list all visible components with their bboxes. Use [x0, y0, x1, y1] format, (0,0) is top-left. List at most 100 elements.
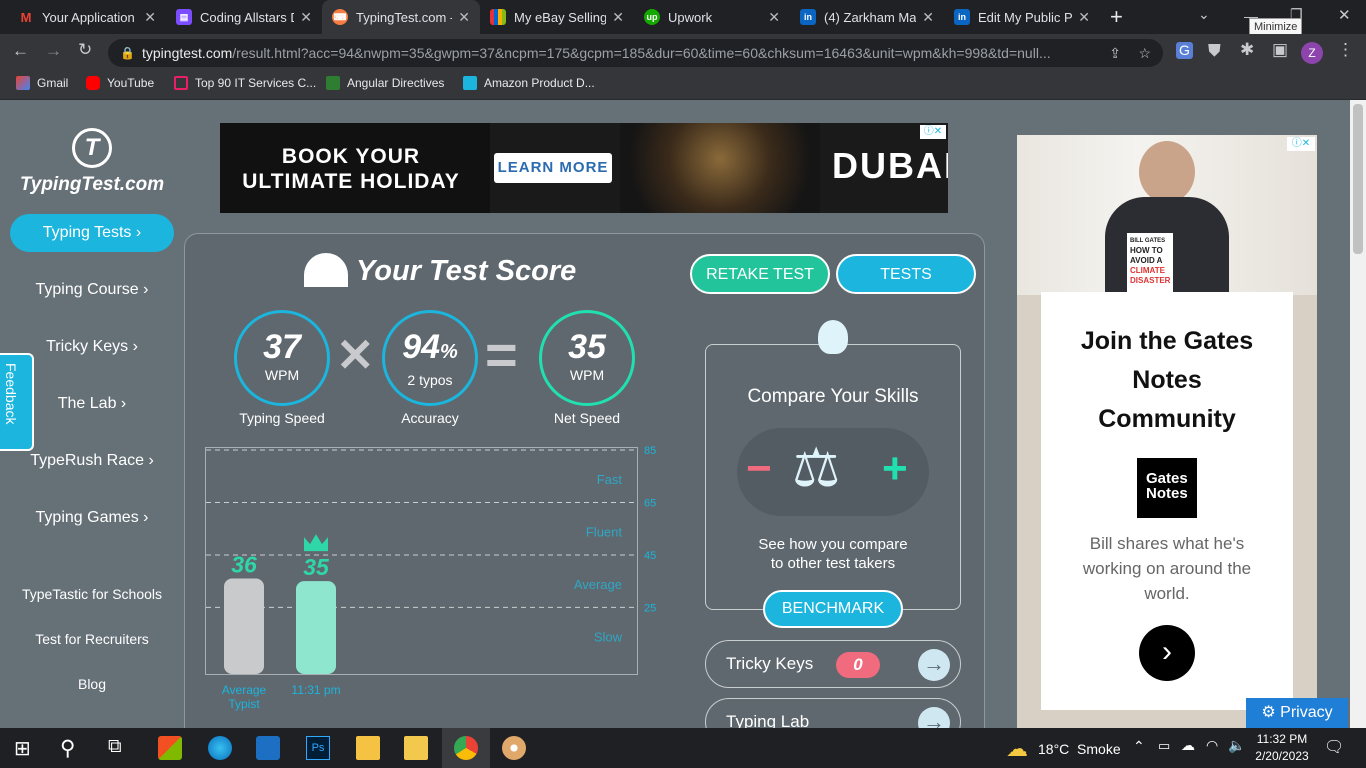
- arrow-right-icon[interactable]: →: [918, 649, 950, 681]
- mail-icon[interactable]: [256, 736, 280, 760]
- scrollbar-thumb[interactable]: [1353, 104, 1363, 254]
- chart-bar: [296, 581, 336, 674]
- tab-coding-allstars[interactable]: ▤ Coding Allstars D ✕: [166, 0, 322, 34]
- close-tab-icon[interactable]: ✕: [612, 9, 624, 26]
- typingtest-logo-icon[interactable]: T: [72, 128, 112, 168]
- ad-learn-more-button[interactable]: LEARN MORE: [494, 153, 612, 183]
- tab-your-application[interactable]: M Your Application ✕: [8, 0, 166, 34]
- compare-title: Compare Your Skills: [747, 386, 919, 407]
- side-banner-ad[interactable]: BILL GATES HOW TO AVOID A CLIMATE DISAST…: [1017, 135, 1317, 728]
- nav-recruiters[interactable]: Test for Recruiters: [0, 631, 184, 647]
- tab-linkedin-1[interactable]: in (4) Zarkham Mali ✕: [790, 0, 944, 34]
- tests-button[interactable]: TESTS: [836, 254, 976, 294]
- menu-icon[interactable]: ⋮: [1337, 40, 1354, 60]
- tab-upwork[interactable]: up Upwork ✕: [634, 0, 790, 34]
- chevron-right-icon: ›: [132, 338, 138, 355]
- bookmark-gmail[interactable]: Gmail: [16, 76, 68, 90]
- reload-icon[interactable]: ↻: [78, 40, 92, 60]
- top-banner-ad[interactable]: BOOK YOUR ULTIMATE HOLIDAY LEARN MORE DU…: [220, 123, 948, 213]
- translate-icon[interactable]: G: [1176, 42, 1193, 59]
- bar-value-label: 35: [303, 554, 330, 580]
- close-window-icon[interactable]: ✕: [1338, 6, 1351, 24]
- photoshop-icon[interactable]: Ps: [306, 736, 330, 760]
- feedback-tab[interactable]: Feedback: [0, 353, 34, 451]
- bookmark-youtube[interactable]: YouTube: [86, 76, 154, 90]
- adchoices-icon[interactable]: ⓘ✕: [920, 125, 946, 139]
- bookmarks-bar: Gmail YouTube Top 90 IT Services C... An…: [0, 70, 1366, 100]
- nav-blog[interactable]: Blog: [0, 676, 184, 692]
- chart-bar: [224, 578, 264, 674]
- x-category-label-line2: Typist: [228, 697, 260, 711]
- compare-desc-2: to other test takers: [770, 555, 896, 572]
- arrow-right-icon[interactable]: →: [918, 707, 950, 728]
- windows-start-icon[interactable]: ⊞: [14, 736, 38, 760]
- bookmark-star-icon[interactable]: ☆: [1138, 39, 1151, 67]
- ad-arrow-button[interactable]: ›: [1139, 625, 1195, 681]
- wifi-icon[interactable]: ◠: [1206, 737, 1218, 754]
- tab-search-icon[interactable]: ⌄: [1198, 6, 1210, 23]
- close-tab-icon[interactable]: ✕: [922, 9, 934, 26]
- nav-typing-tests[interactable]: Typing Tests ›: [10, 214, 174, 252]
- close-tab-icon[interactable]: ✕: [1078, 9, 1090, 26]
- tray-chevron-up-icon[interactable]: ⌃: [1133, 738, 1145, 755]
- new-tab-icon[interactable]: +: [1110, 4, 1123, 30]
- ad-portrait-face: [1139, 141, 1195, 203]
- battery-icon[interactable]: ▭: [1158, 738, 1170, 754]
- nav-typing-games[interactable]: Typing Games ›: [0, 509, 184, 527]
- bookmark-top90[interactable]: Top 90 IT Services C...: [174, 76, 316, 90]
- upwork-icon: up: [644, 9, 660, 25]
- chrome-icon[interactable]: [454, 736, 478, 760]
- files-icon[interactable]: [404, 736, 428, 760]
- notifications-icon[interactable]: 🗨: [1324, 737, 1344, 757]
- address-bar[interactable]: 🔒 typingtest.com/result.html?acc=94&nwpm…: [108, 39, 1163, 67]
- tricky-keys-row[interactable]: Tricky Keys 0 →: [705, 640, 961, 688]
- nav-typetastic[interactable]: TypeTastic for Schools: [0, 586, 184, 602]
- task-view-icon[interactable]: ⧉: [108, 736, 132, 760]
- extensions-icon[interactable]: ✱: [1240, 40, 1254, 60]
- speed-band-label: Slow: [594, 630, 623, 645]
- privacy-button[interactable]: ⚙ Privacy: [1246, 698, 1348, 728]
- file-explorer-icon[interactable]: [356, 736, 380, 760]
- close-tab-icon[interactable]: ✕: [144, 9, 156, 26]
- tab-ebay[interactable]: My eBay Selling ✕: [480, 0, 634, 34]
- bookmark-amazon[interactable]: Amazon Product D...: [463, 76, 595, 90]
- weather-text[interactable]: 18°C Smoke: [1038, 741, 1121, 757]
- close-tab-icon[interactable]: ✕: [458, 9, 470, 26]
- forward-icon[interactable]: →: [45, 41, 62, 61]
- volume-icon[interactable]: 🔈: [1228, 737, 1245, 754]
- nav-typerush-race[interactable]: TypeRush Race ›: [0, 452, 184, 470]
- y-tick-label: 25: [644, 602, 656, 614]
- accuracy-label: Accuracy: [401, 410, 459, 426]
- crown-icon: [304, 534, 328, 552]
- chevron-right-icon: ›: [148, 452, 154, 469]
- paint-icon[interactable]: [502, 736, 526, 760]
- site-logo-text[interactable]: TypingTest.com: [0, 174, 184, 196]
- nav-typing-course[interactable]: Typing Course ›: [0, 281, 184, 299]
- clock-date[interactable]: 2/20/2023: [1252, 749, 1312, 763]
- share-icon[interactable]: ⇪: [1109, 39, 1121, 67]
- search-icon[interactable]: ⚲: [60, 736, 84, 760]
- close-tab-icon[interactable]: ✕: [768, 9, 780, 26]
- sidepanel-icon[interactable]: ▣: [1272, 40, 1288, 60]
- speed-chart-svg: 25456585FastFluentAverageSlow36AverageTy…: [206, 445, 656, 711]
- back-icon[interactable]: ←: [12, 41, 29, 61]
- store-icon[interactable]: [158, 736, 182, 760]
- shield-icon[interactable]: ⛊: [1208, 41, 1221, 61]
- typing-lab-row[interactable]: Typing Lab →: [705, 698, 961, 728]
- adchoices-icon[interactable]: ⓘ✕: [1287, 137, 1315, 151]
- clock-time[interactable]: 11:32 PM: [1252, 732, 1312, 746]
- tab-typingtest[interactable]: ⌨ TypingTest.com - ✕: [322, 0, 480, 34]
- speed-band-label: Fluent: [586, 525, 623, 540]
- profile-avatar[interactable]: Z: [1301, 42, 1323, 64]
- onedrive-icon[interactable]: ☁: [1181, 737, 1195, 754]
- benchmark-button[interactable]: BENCHMARK: [763, 590, 903, 628]
- close-tab-icon[interactable]: ✕: [300, 9, 312, 26]
- amazon-site-icon: [463, 76, 477, 90]
- gmail-icon: M: [20, 9, 32, 25]
- bookmark-angular[interactable]: Angular Directives: [326, 76, 444, 90]
- tab-strip: M Your Application ✕ ▤ Coding Allstars D ✕…: [0, 0, 1366, 36]
- linkedin-icon: in: [800, 9, 816, 25]
- edge-icon[interactable]: [208, 736, 232, 760]
- tab-linkedin-2[interactable]: in Edit My Public Pr ✕: [944, 0, 1100, 34]
- retake-test-button[interactable]: RETAKE TEST: [690, 254, 830, 294]
